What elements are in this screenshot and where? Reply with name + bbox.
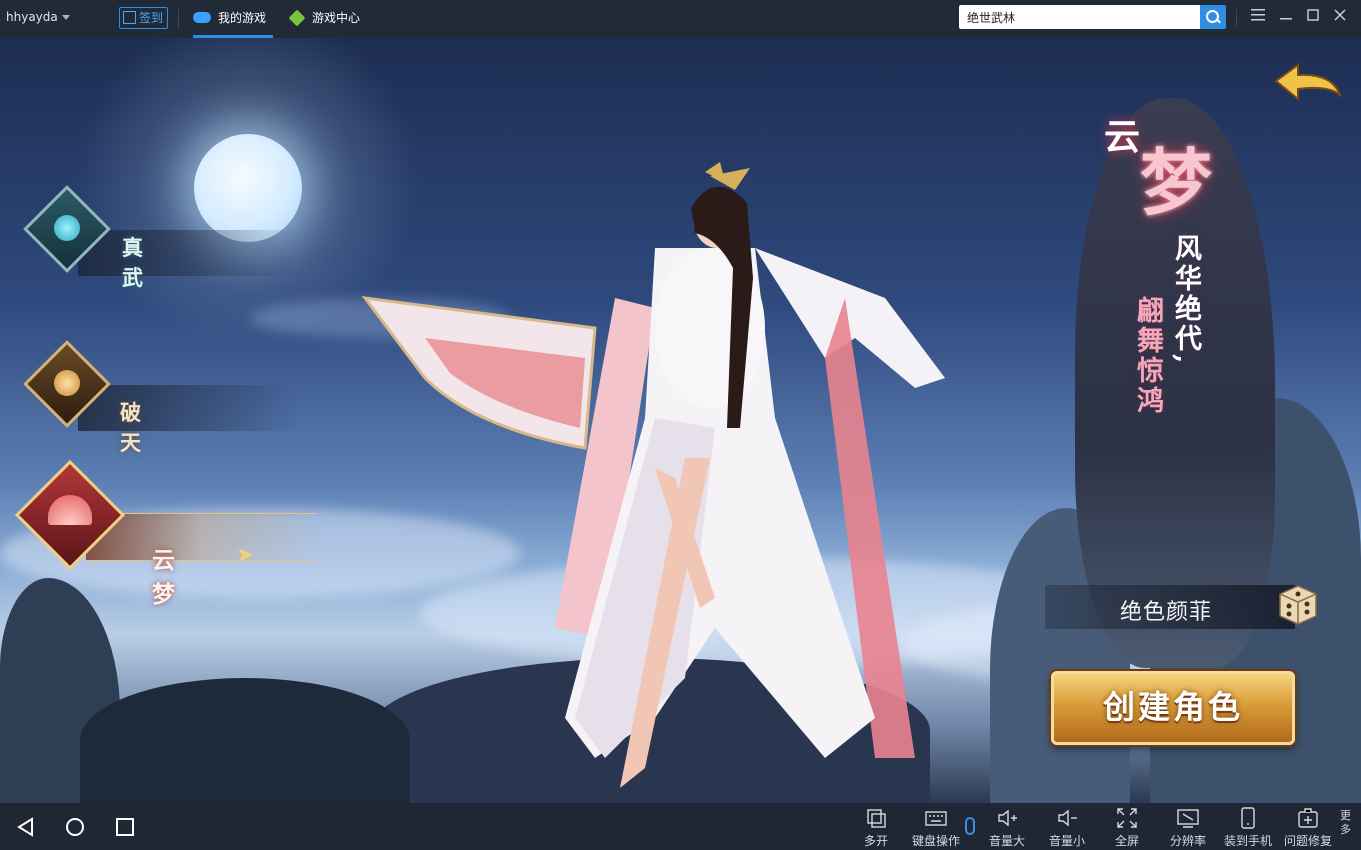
class-label: 破天 (120, 400, 143, 455)
slogan-line-2: 翩舞惊鸿 (1132, 296, 1163, 416)
signin-label: 签到 (139, 11, 164, 25)
user-menu[interactable]: hhyayda (6, 10, 70, 24)
mouse-icon[interactable] (965, 817, 975, 835)
gamepad-icon (193, 12, 211, 23)
top-bar: hhyayda 签到 我的游戏 游戏中心 (0, 0, 1361, 38)
volume-down-icon (1056, 807, 1078, 829)
game-viewport[interactable]: 真武 破天 云梦 ➤ 云 梦 风华绝代, 翩舞惊鸿 绝色颜菲 创建角色 (0, 38, 1361, 803)
back-nav-icon[interactable] (16, 817, 36, 837)
tool-multi-open[interactable]: 多开 (858, 807, 894, 849)
search-button[interactable] (1200, 5, 1226, 29)
lotus-icon (54, 215, 80, 241)
arrow-right-icon: ➤ (236, 543, 255, 568)
tool-volume-down[interactable]: 音量小 (1047, 807, 1087, 849)
tab-game-center[interactable]: 游戏中心 (288, 0, 370, 38)
checkbox-icon (123, 11, 136, 24)
username: hhyayda (6, 10, 58, 24)
slogan-line-1: 风华绝代, (1170, 234, 1201, 367)
tab-my-games[interactable]: 我的游戏 (193, 0, 273, 38)
minimize-icon[interactable] (1276, 7, 1296, 27)
character-name[interactable]: 绝色颜菲 (1120, 594, 1212, 626)
multi-open-icon (865, 807, 887, 829)
create-character-button[interactable]: 创建角色 (1051, 671, 1295, 745)
resolution-icon (1177, 807, 1199, 829)
divider (178, 9, 179, 29)
tool-repair[interactable]: 问题修复 (1282, 807, 1334, 849)
menu-icon[interactable] (1248, 7, 1268, 27)
moon (194, 134, 302, 242)
tool-keyboard[interactable]: 键盘操作 (908, 807, 964, 849)
tool-resolution[interactable]: 分辨率 (1168, 807, 1208, 849)
class-title-big: 梦 (1140, 140, 1213, 225)
recents-nav-icon[interactable] (115, 817, 135, 837)
tool-fullscreen[interactable]: 全屏 (1112, 807, 1142, 849)
class-label: 云梦 (152, 547, 177, 608)
maximize-icon[interactable] (1303, 7, 1323, 27)
search-input[interactable] (959, 5, 1200, 29)
divider (1236, 9, 1237, 27)
signin-button[interactable]: 签到 (119, 7, 169, 29)
close-icon[interactable] (1330, 7, 1350, 27)
tool-install-to-phone[interactable]: 装到手机 (1222, 807, 1274, 849)
install-to-phone-icon (1237, 807, 1259, 829)
volume-up-icon (996, 807, 1018, 829)
class-label: 真武 (122, 235, 145, 290)
home-nav-icon[interactable] (65, 817, 85, 837)
cube-icon (288, 9, 306, 27)
tool-volume-up[interactable]: 音量大 (987, 807, 1027, 849)
bottom-bar: 多开 键盘操作 音量大 音量小 全屏 分辨率 装到手机 问题修复 更多 (0, 803, 1361, 850)
character-model[interactable] (355, 158, 955, 803)
fullscreen-icon (1116, 807, 1138, 829)
tab-label: 游戏中心 (312, 11, 361, 25)
dice-icon[interactable] (1272, 580, 1320, 628)
create-character-label: 创建角色 (1102, 688, 1243, 726)
caret-down-icon (61, 15, 70, 20)
back-arrow-icon[interactable] (1272, 61, 1346, 109)
repair-icon (1297, 807, 1319, 829)
keyboard-icon (925, 807, 947, 829)
more-button[interactable]: 更多 (1340, 809, 1354, 837)
class-title-small: 云 (1104, 116, 1141, 158)
flame-icon (54, 370, 80, 396)
tab-label: 我的游戏 (218, 11, 267, 25)
